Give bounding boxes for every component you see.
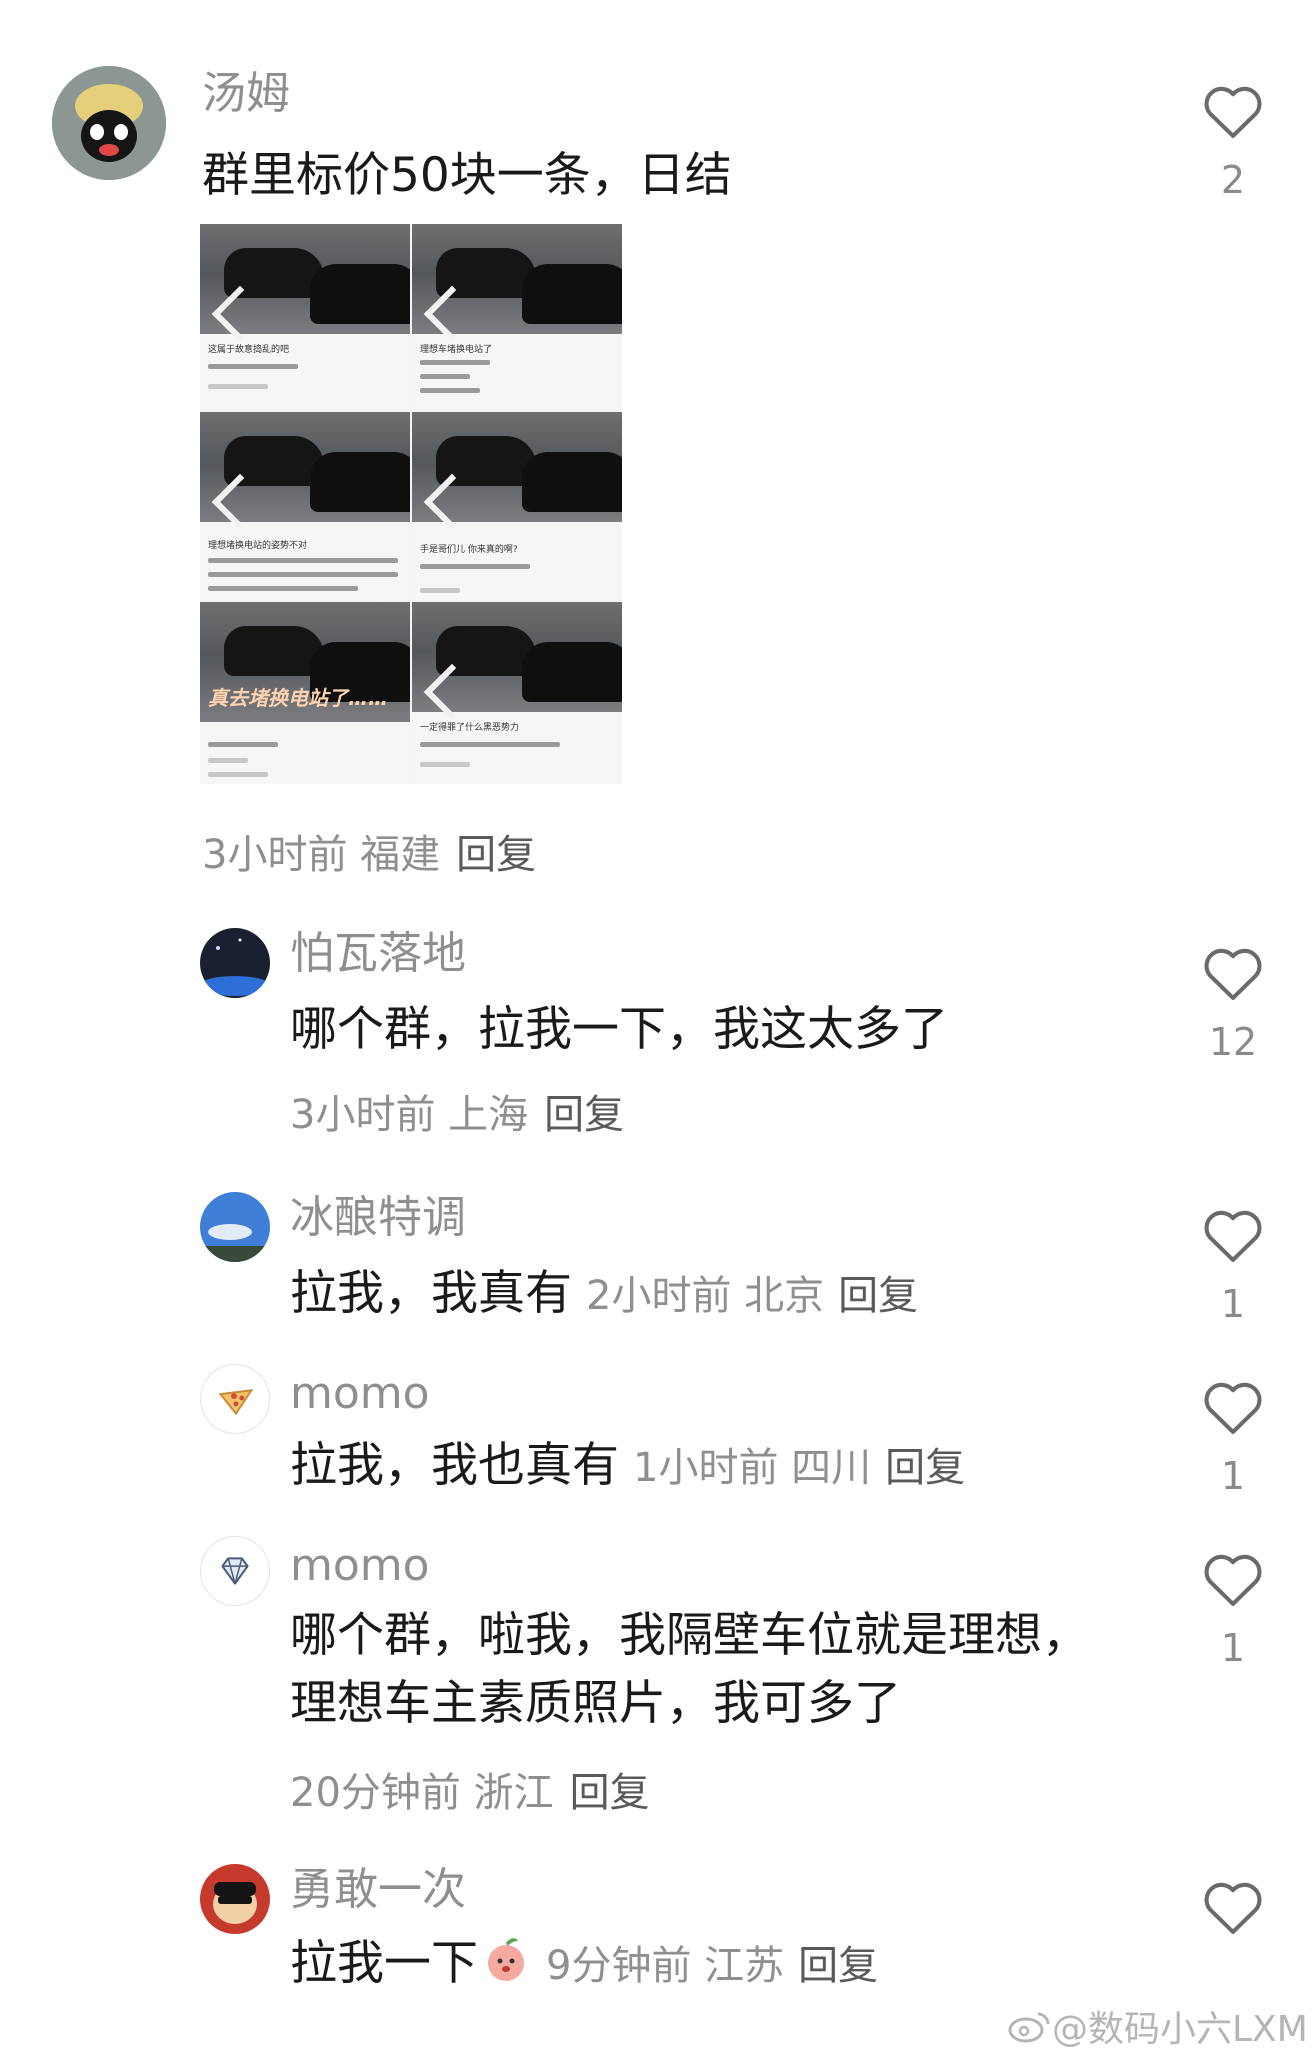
avatar[interactable]: [200, 1536, 270, 1606]
like-count: 1: [1220, 1454, 1246, 1498]
comment-text-line: 理想车主素质照片，我可多了: [290, 1676, 901, 1732]
like-count: 1: [1220, 1626, 1246, 1670]
like-button[interactable]: [1200, 1548, 1266, 1608]
avatar-image: [200, 928, 270, 998]
image-thumbnail: 真去堵换电站了……: [200, 602, 410, 784]
avatar-image: [200, 1864, 270, 1934]
heart-outline-icon: [1204, 948, 1262, 1000]
like-count: 2: [1220, 158, 1246, 202]
avatar[interactable]: [200, 928, 270, 998]
peach-emoji-icon: [488, 1938, 524, 1981]
watermark-text: @数码小六LXM: [1052, 2009, 1308, 2050]
image-thumbnail: 这属于故意捣乱的吧: [200, 224, 410, 414]
comment-time-location: 3小时前 福建: [202, 832, 441, 878]
comment-text-line: 哪个群，啦我，我隔壁车位就是理想，: [290, 1608, 1089, 1663]
heart-outline-icon: [1204, 1210, 1262, 1262]
comment-image[interactable]: 这属于故意捣乱的吧 理想车堵换电站了 理想堵换电站的姿势不对 手是哥们儿 你来真…: [200, 224, 622, 784]
reply-button[interactable]: 回复: [885, 1445, 965, 1491]
comment-time-location: 2小时前 北京: [586, 1273, 825, 1319]
avatar-image: [52, 66, 166, 180]
thumbnail-caption: 理想车堵换电站了: [420, 345, 493, 355]
comment-text: 群里标价50块一条，日结: [202, 148, 732, 203]
like-button[interactable]: [1200, 942, 1266, 1002]
diamond-icon: [221, 1557, 249, 1585]
thumbnail-caption: 一定得罪了什么黑恶势力: [420, 723, 520, 733]
like-button[interactable]: [1200, 80, 1266, 140]
heart-outline-icon: [1204, 1382, 1262, 1434]
comment-meta: 3小时前 福建 回复: [202, 822, 536, 880]
avatar[interactable]: [200, 1864, 270, 1934]
pizza-icon: [218, 1389, 254, 1416]
thumbnail-caption: 手是哥们儿 你来真的啊?: [420, 545, 518, 555]
avatar-image: [200, 1192, 270, 1262]
watermark: @数码小六LXM: [1008, 2000, 1308, 2052]
reply-button[interactable]: 回复: [544, 1092, 624, 1138]
thumbnail-caption: 这属于故意捣乱的吧: [208, 345, 290, 355]
comment-username[interactable]: 勇敢一次: [290, 1868, 466, 1912]
thumbnail-caption: 真去堵换电站了……: [208, 686, 388, 710]
avatar[interactable]: [200, 1192, 270, 1262]
comment-text: 拉我，我真有 2小时前 北京 回复: [290, 1260, 918, 1328]
image-thumbnail: 一定得罪了什么黑恶势力: [412, 602, 622, 784]
comment-time-location: 3小时前 上海: [290, 1092, 529, 1138]
thumbnail-caption: 理想堵换电站的姿势不对: [208, 541, 308, 551]
comment-text: 拉我一下 9分钟前 江苏 回复: [290, 1930, 878, 1998]
like-count: 12: [1208, 1020, 1258, 1064]
reply-button[interactable]: 回复: [570, 1770, 650, 1816]
reply-button[interactable]: 回复: [838, 1273, 918, 1319]
like-button[interactable]: [1200, 1376, 1266, 1436]
like-button[interactable]: [1200, 1204, 1266, 1264]
comment-username[interactable]: 冰酿特调: [290, 1196, 466, 1240]
like-count: 1: [1220, 1282, 1246, 1326]
avatar[interactable]: [52, 66, 166, 180]
comment-text-content: 拉我一下: [290, 1936, 478, 1991]
image-thumbnail: 手是哥们儿 你来真的啊?: [412, 412, 622, 602]
avatar[interactable]: [200, 1364, 270, 1434]
comment-text-content: 拉我，我真有: [290, 1266, 572, 1321]
comment-username[interactable]: 汤姆: [202, 72, 290, 116]
heart-outline-icon: [1204, 1882, 1262, 1934]
reply-button[interactable]: 回复: [456, 832, 536, 878]
comment-meta: 3小时前 上海 回复: [290, 1082, 624, 1140]
reply-button[interactable]: 回复: [798, 1943, 878, 1989]
comment-text: 哪个群，拉我一下，我这太多了: [290, 1002, 948, 1057]
weibo-logo-icon: [1008, 2012, 1050, 2043]
comment-time-location: 20分钟前 浙江: [290, 1770, 554, 1816]
like-button[interactable]: [1200, 1876, 1266, 1936]
comment-text: 拉我，我也真有 1小时前 四川 回复: [290, 1432, 965, 1500]
comment-username[interactable]: 怕瓦落地: [290, 932, 466, 976]
comment-username[interactable]: momo: [290, 1372, 430, 1416]
image-thumbnail: 理想车堵换电站了: [412, 224, 622, 414]
heart-outline-icon: [1204, 86, 1262, 138]
image-thumbnail: 理想堵换电站的姿势不对: [200, 412, 410, 602]
comment-text-content: 拉我，我也真有: [290, 1438, 619, 1493]
comment-username[interactable]: momo: [290, 1544, 430, 1588]
heart-outline-icon: [1204, 1554, 1262, 1606]
comment-text: 哪个群，啦我，我隔壁车位就是理想， 理想车主素质照片，我可多了: [290, 1602, 1089, 1738]
comment-time-location: 9分钟前 江苏: [546, 1943, 785, 1989]
comment-time-location: 1小时前 四川: [633, 1445, 872, 1491]
comment-meta: 20分钟前 浙江 回复: [290, 1760, 650, 1818]
